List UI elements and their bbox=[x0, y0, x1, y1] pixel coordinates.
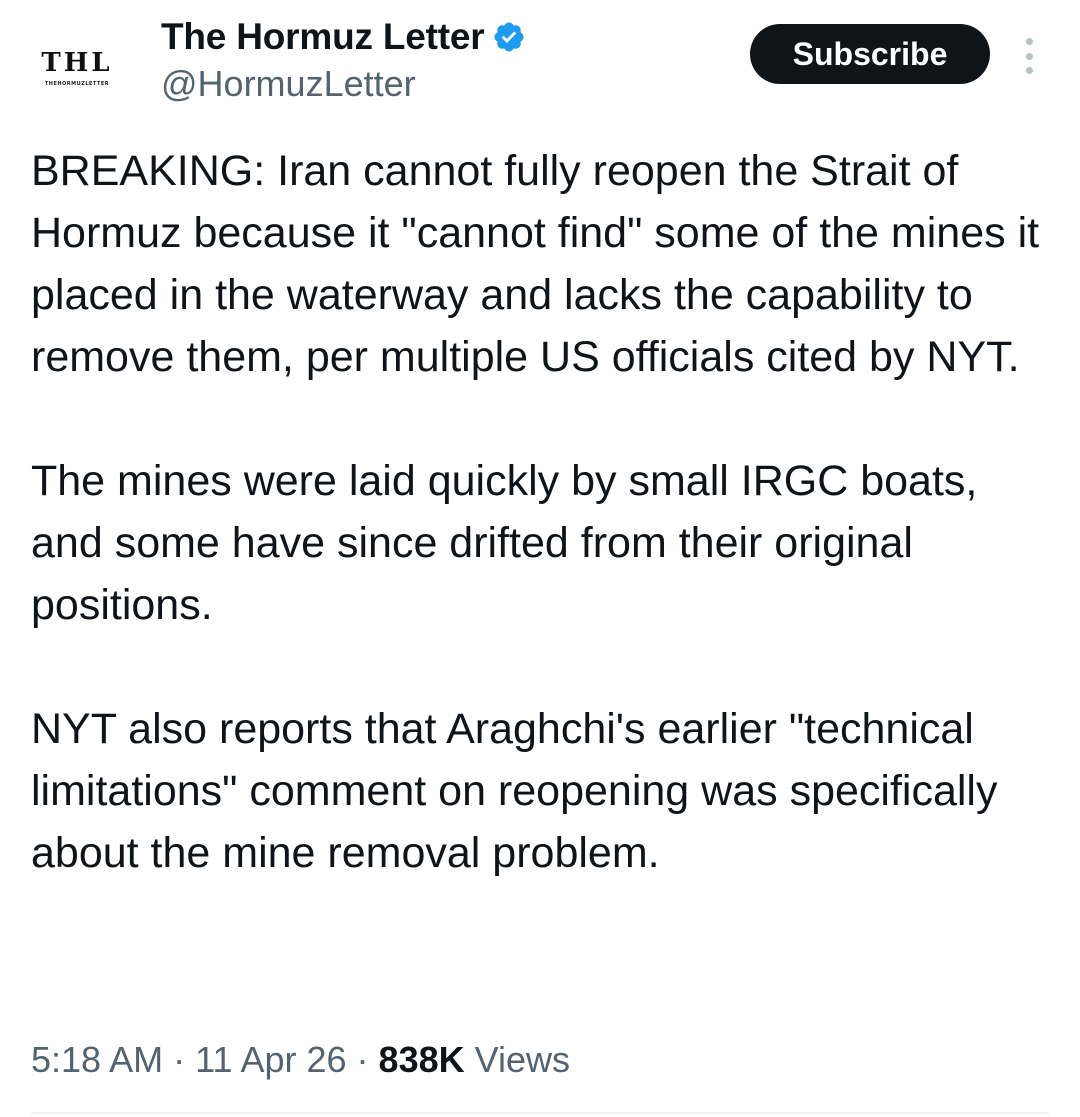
avatar[interactable]: THL THEHORMUZLETTER bbox=[22, 28, 132, 108]
tweet-date[interactable]: 11 Apr 26 bbox=[195, 1039, 346, 1080]
tweet-paragraph: The mines were laid quickly by small IRG… bbox=[31, 457, 978, 629]
more-dot bbox=[1025, 67, 1033, 74]
views-label: Views bbox=[474, 1039, 571, 1080]
views-count[interactable]: 838K bbox=[379, 1039, 465, 1080]
avatar-monogram: THL bbox=[41, 47, 113, 78]
more-vertical-icon[interactable] bbox=[1015, 38, 1043, 74]
author-identity: The Hormuz Letter @HormuzLetter bbox=[161, 14, 526, 106]
avatar-subtext: THEHORMUZLETTER bbox=[44, 80, 110, 87]
name-row: The Hormuz Letter bbox=[161, 14, 526, 60]
tweet-card: THL THEHORMUZLETTER The Hormuz Letter @H… bbox=[0, 0, 1080, 1117]
author-display-name[interactable]: The Hormuz Letter bbox=[161, 16, 485, 58]
more-dot bbox=[1025, 38, 1033, 45]
tweet-time[interactable]: 5:18 AM bbox=[31, 1039, 163, 1080]
meta-separator: · bbox=[346, 1039, 379, 1080]
divider bbox=[31, 1112, 1049, 1114]
tweet-meta: 5:18 AM · 11 Apr 26 · 838K Views bbox=[31, 1035, 570, 1085]
more-dot bbox=[1025, 52, 1033, 60]
tweet-paragraph: NYT also reports that Araghchi's earlier… bbox=[31, 705, 998, 877]
tweet-paragraph: BREAKING: Iran cannot fully reopen the S… bbox=[31, 147, 1040, 381]
tweet-text: BREAKING: Iran cannot fully reopen the S… bbox=[31, 140, 1051, 884]
meta-separator: · bbox=[163, 1039, 196, 1080]
verified-badge-icon bbox=[494, 22, 524, 52]
author-handle[interactable]: @HormuzLetter bbox=[161, 62, 526, 106]
subscribe-button[interactable]: Subscribe bbox=[750, 24, 990, 84]
